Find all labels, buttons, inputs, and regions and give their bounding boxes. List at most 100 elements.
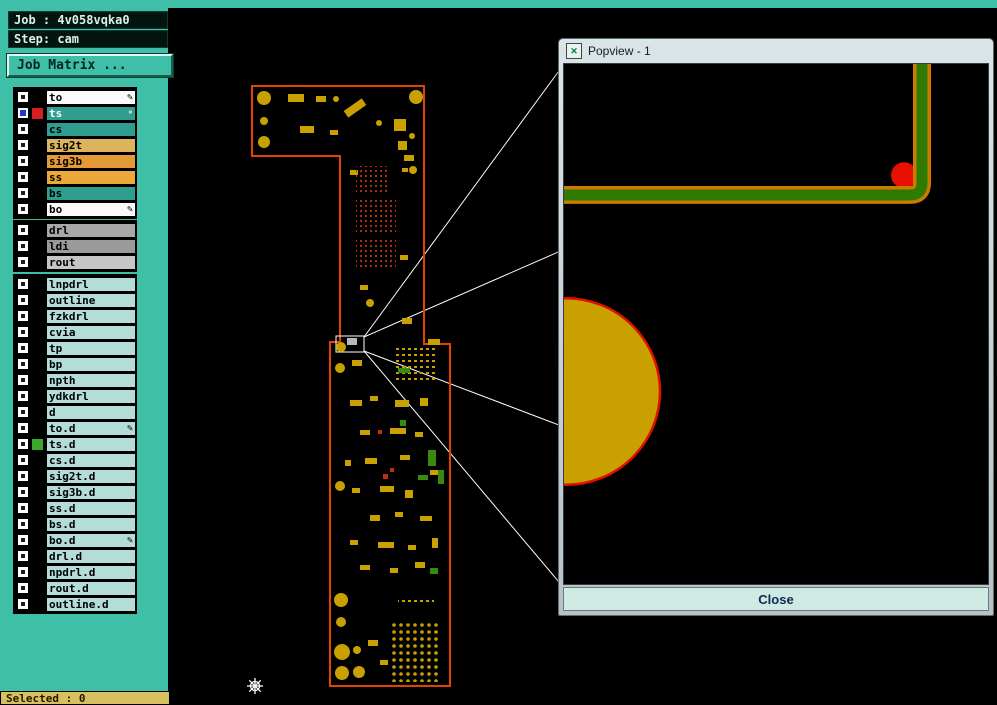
layer-active-mark (32, 375, 43, 386)
layer-row: bo ✎ (15, 201, 135, 217)
layer-row: ss.d (15, 500, 135, 516)
layer-row: outline (15, 292, 135, 308)
layer-chip[interactable]: fzkdrl (47, 309, 135, 323)
layer-chip[interactable]: ts ∘ (47, 106, 135, 120)
layer-chip[interactable]: rout (47, 255, 135, 269)
layer-chip[interactable]: cvia (47, 325, 135, 339)
popview-titlebar[interactable]: ✕ Popview - 1 (563, 39, 989, 63)
layer-chip[interactable]: ydkdrl (47, 389, 135, 403)
layer-visibility-checkbox[interactable] (17, 155, 29, 167)
layer-visibility-checkbox[interactable] (17, 534, 29, 546)
layer-visibility-checkbox[interactable] (17, 240, 29, 252)
app-sidebar: Job : 4v058vqka0 Step: cam Job Matrix ..… (0, 0, 173, 705)
layer-visibility-checkbox[interactable] (17, 598, 29, 610)
layer-visibility-checkbox[interactable] (17, 139, 29, 151)
layer-visibility-checkbox[interactable] (17, 518, 29, 530)
layer-row: fzkdrl (15, 308, 135, 324)
layer-active-mark (32, 311, 43, 322)
layer-chip[interactable]: bp (47, 357, 135, 371)
layer-visibility-checkbox[interactable] (17, 256, 29, 268)
layer-visibility-checkbox[interactable] (17, 123, 29, 135)
layer-row: d (15, 404, 135, 420)
layer-chip[interactable]: to ✎ (47, 90, 135, 104)
cam-application-window: ✕ Popview - 1 Close Job : 4v058vqka0 Ste… (0, 0, 997, 705)
job-matrix-button[interactable]: Job Matrix ... (7, 54, 173, 77)
layer-active-mark (32, 156, 43, 167)
layer-row: cs.d (15, 452, 135, 468)
layer-visibility-checkbox[interactable] (17, 224, 29, 236)
layer-chip[interactable]: sig2t (47, 138, 135, 152)
selected-status: Selected : 0 (0, 691, 170, 705)
layer-row: lnpdrl (15, 276, 135, 292)
layer-visibility-checkbox[interactable] (17, 502, 29, 514)
layer-chip[interactable]: npth (47, 373, 135, 387)
layer-visibility-checkbox[interactable] (17, 438, 29, 450)
layer-visibility-checkbox[interactable] (17, 278, 29, 290)
layer-visibility-checkbox[interactable] (17, 171, 29, 183)
layer-visibility-checkbox[interactable] (17, 91, 29, 103)
layer-visibility-checkbox[interactable] (17, 566, 29, 578)
layer-visibility-checkbox[interactable] (17, 390, 29, 402)
large-round-pad (564, 296, 662, 486)
layer-chip[interactable]: lnpdrl (47, 277, 135, 291)
layer-row: rout.d (15, 580, 135, 596)
layer-active-mark (32, 343, 43, 354)
layer-visibility-checkbox[interactable] (17, 203, 29, 215)
layer-chip[interactable]: rout.d (47, 581, 135, 595)
layer-chip[interactable]: bo.d ✎ (47, 533, 135, 547)
popview-content[interactable] (563, 63, 989, 585)
layer-visibility-checkbox[interactable] (17, 187, 29, 199)
job-name-field: Job : 4v058vqka0 (8, 11, 168, 29)
pencil-icon: ✎ (126, 422, 133, 434)
layer-row: ts.d (15, 436, 135, 452)
layer-chip[interactable]: ss.d (47, 501, 135, 515)
layer-row: bo.d ✎ (15, 532, 135, 548)
layer-visibility-checkbox[interactable] (17, 550, 29, 562)
layer-visibility-checkbox[interactable] (17, 107, 29, 119)
layer-chip[interactable]: cs (47, 122, 135, 136)
layer-active-mark (32, 359, 43, 370)
layer-chip[interactable]: cs.d (47, 453, 135, 467)
layer-row: bs (15, 185, 135, 201)
layer-active-mark (32, 599, 43, 610)
layer-visibility-checkbox[interactable] (17, 374, 29, 386)
layer-active-mark (32, 551, 43, 562)
layer-chip[interactable]: outline (47, 293, 135, 307)
layer-chip[interactable]: npdrl.d (47, 565, 135, 579)
layer-visibility-checkbox[interactable] (17, 470, 29, 482)
layer-chip[interactable]: sig2t.d (47, 469, 135, 483)
layer-chip[interactable]: ldi (47, 239, 135, 253)
layer-chip[interactable]: drl.d (47, 549, 135, 563)
layer-chip[interactable]: bs (47, 186, 135, 200)
layer-visibility-checkbox[interactable] (17, 294, 29, 306)
layer-chip[interactable]: sig3b (47, 154, 135, 168)
pencil-icon: ✎ (126, 91, 133, 103)
layer-chip[interactable]: bs.d (47, 517, 135, 531)
layer-visibility-checkbox[interactable] (17, 454, 29, 466)
layer-active-mark (32, 188, 43, 199)
layer-visibility-checkbox[interactable] (17, 358, 29, 370)
layer-visibility-checkbox[interactable] (17, 310, 29, 322)
layer-chip[interactable]: ss (47, 170, 135, 184)
layer-visibility-checkbox[interactable] (17, 422, 29, 434)
layer-visibility-checkbox[interactable] (17, 582, 29, 594)
layer-chip[interactable]: sig3b.d (47, 485, 135, 499)
layer-row: to.d ✎ (15, 420, 135, 436)
layer-active-mark (32, 204, 43, 215)
layer-chip[interactable]: outline.d (47, 597, 135, 611)
layer-chip[interactable]: tp (47, 341, 135, 355)
layer-visibility-checkbox[interactable] (17, 326, 29, 338)
layer-row: bs.d (15, 516, 135, 532)
layer-chip[interactable]: drl (47, 223, 135, 237)
layer-visibility-checkbox[interactable] (17, 342, 29, 354)
close-button[interactable]: Close (563, 587, 989, 611)
layer-chip[interactable]: to.d ✎ (47, 421, 135, 435)
layer-chip[interactable]: ts.d (47, 437, 135, 451)
layer-active-mark (32, 471, 43, 482)
layer-chip[interactable]: d (47, 405, 135, 419)
layer-visibility-checkbox[interactable] (17, 406, 29, 418)
layer-active-mark (32, 455, 43, 466)
layer-chip[interactable]: bo ✎ (47, 202, 135, 216)
layer-visibility-checkbox[interactable] (17, 486, 29, 498)
layer-active-mark (32, 140, 43, 151)
